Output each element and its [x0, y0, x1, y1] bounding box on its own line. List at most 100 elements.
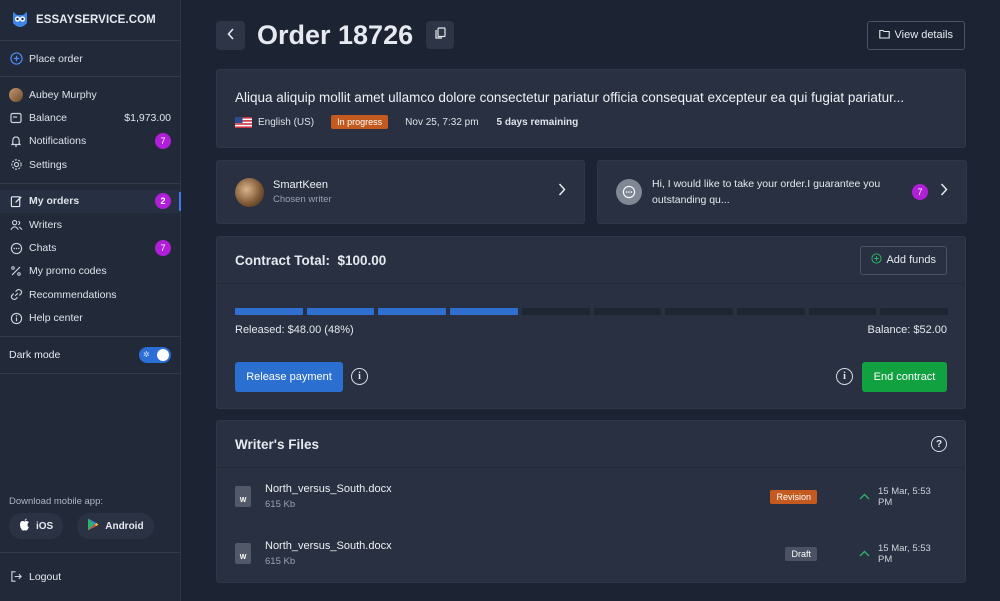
progress-segment — [235, 308, 303, 315]
chat-preview-card[interactable]: Hi, I would like to take your order.I gu… — [597, 160, 967, 224]
chat-bubble-icon — [616, 179, 642, 205]
app: ESSAYSERVICE.COM Place order Aubey Murph… — [0, 0, 1000, 601]
sidebar-item-recommendations[interactable]: Recommendations — [0, 283, 180, 306]
progress-segment — [880, 308, 949, 315]
download-app-section: Download mobile app: iOS Android — [0, 496, 180, 539]
order-language: English (US) — [258, 116, 315, 128]
gear-icon — [9, 158, 23, 172]
user-name: Aubey Murphy — [29, 88, 97, 101]
chosen-writer-card[interactable]: SmartKeen Chosen writer — [216, 160, 585, 224]
file-name: North_versus_South.docx — [265, 483, 392, 495]
chat-bubble-icon — [9, 241, 23, 255]
chats-badge: 7 — [155, 240, 171, 257]
file-row[interactable]: W North_versus_South.docx 615 Kb Draft 1… — [217, 525, 965, 582]
wallet-icon — [9, 111, 23, 125]
chevron-right-icon — [940, 183, 948, 201]
progress-segment — [306, 308, 375, 315]
link-icon — [9, 288, 23, 302]
view-details-label: View details — [894, 29, 954, 41]
contract-card: Contract Total: $100.00 Add funds Releas… — [216, 236, 966, 409]
recommendations-label: Recommendations — [29, 288, 117, 301]
order-description: Aliqua aliquip mollit amet ullamco dolor… — [235, 90, 905, 105]
main-content: Order 18726 View details Aliqua aliquip … — [181, 0, 1000, 601]
sidebar-item-notifications[interactable]: Notifications 7 — [0, 130, 180, 153]
writer-subtitle: Chosen writer — [273, 194, 332, 205]
file-size: 615 Kb — [265, 556, 296, 567]
balance-value: $1,973.00 — [124, 112, 171, 125]
file-row[interactable]: W North_versus_South.docx 615 Kb Revisio… — [217, 468, 965, 525]
bell-icon — [9, 134, 23, 148]
upload-arrow-icon — [859, 491, 870, 503]
chat-message: Hi, I would like to take your order.I gu… — [652, 178, 881, 206]
owl-logo-icon — [10, 9, 30, 31]
logout-label: Logout — [29, 570, 62, 583]
apple-icon — [19, 518, 30, 534]
progress-segment — [593, 308, 662, 315]
sidebar-item-settings[interactable]: Settings — [0, 153, 180, 176]
user-profile[interactable]: Aubey Murphy — [0, 83, 180, 106]
sidebar-item-my-orders[interactable]: My orders 2 — [0, 189, 181, 213]
sidebar-item-help-center[interactable]: Help center — [0, 307, 180, 330]
order-meta: English (US) In progress Nov 25, 7:32 pm… — [235, 115, 947, 129]
progress-segment — [521, 308, 590, 315]
contract-title: Contract Total: $100.00 — [235, 252, 387, 268]
help-center-label: Help center — [29, 312, 83, 325]
file-date-text: 15 Mar, 5:53 PM — [878, 542, 931, 565]
info-icon[interactable]: i — [351, 368, 368, 385]
upload-arrow-icon — [859, 548, 870, 560]
file-date-text: 15 Mar, 5:53 PM — [878, 485, 931, 508]
info-icon[interactable]: i — [836, 368, 853, 385]
users-icon — [9, 218, 23, 232]
file-info: North_versus_South.docx 615 Kb — [265, 540, 392, 567]
sidebar: ESSAYSERVICE.COM Place order Aubey Murph… — [0, 0, 181, 601]
dark-mode-label: Dark mode — [9, 348, 61, 361]
progress-segment — [665, 308, 733, 315]
progress-segment — [736, 308, 805, 315]
sidebar-item-chats[interactable]: Chats 7 — [0, 236, 180, 259]
file-date: 15 Mar, 5:53 PM — [859, 486, 947, 508]
writer-avatar — [235, 177, 264, 207]
add-funds-button[interactable]: Add funds — [860, 245, 947, 275]
help-question-icon[interactable]: ? — [931, 436, 947, 452]
chevron-left-icon — [226, 27, 235, 43]
logout-icon — [9, 570, 23, 584]
my-orders-label: My orders — [29, 195, 80, 208]
writers-files-card: Writer's Files ? W North_versus_South.do… — [216, 420, 966, 583]
file-status-badge: Revision — [770, 489, 817, 504]
sidebar-item-writers[interactable]: Writers — [0, 213, 180, 236]
order-date: Nov 25, 7:32 pm — [405, 116, 479, 128]
orders-badge: 2 — [155, 193, 171, 210]
plus-circle-icon — [9, 52, 23, 66]
ios-label: iOS — [36, 520, 54, 532]
sidebar-item-balance[interactable]: Balance $1,973.00 — [0, 106, 180, 129]
sidebar-item-promo-codes[interactable]: My promo codes — [0, 260, 180, 283]
released-amount: Released: $48.00 (48%) — [235, 324, 354, 336]
edit-document-icon — [9, 194, 23, 208]
plus-circle-icon — [871, 253, 883, 267]
android-button[interactable]: Android — [77, 513, 154, 539]
folder-icon — [878, 29, 890, 42]
back-button[interactable] — [216, 20, 245, 50]
notifications-badge: 7 — [155, 133, 171, 150]
dark-mode-toggle[interactable]: ✲ — [139, 346, 171, 363]
page-header: Order 18726 View details — [216, 19, 965, 51]
logout-link[interactable]: Logout — [0, 552, 180, 600]
promo-codes-label: My promo codes — [29, 265, 107, 278]
copy-button[interactable] — [426, 21, 455, 49]
contract-header: Contract Total: $100.00 Add funds — [217, 237, 965, 284]
download-label: Download mobile app: — [9, 496, 104, 507]
doc-file-icon: W — [235, 543, 251, 564]
copy-icon — [435, 26, 446, 44]
place-order-link[interactable]: Place order — [0, 41, 180, 76]
balance-label: Balance — [29, 112, 67, 125]
chevron-right-icon — [558, 183, 566, 201]
release-payment-button[interactable]: Release payment — [235, 362, 343, 392]
ios-button[interactable]: iOS — [9, 513, 64, 539]
gear-icon: ✲ — [143, 349, 150, 359]
toggle-knob — [157, 348, 169, 361]
view-details-button[interactable]: View details — [866, 20, 965, 50]
dark-mode-row: Dark mode ✲ — [0, 337, 180, 373]
end-contract-button[interactable]: End contract — [862, 362, 947, 392]
android-label: Android — [105, 520, 144, 532]
brand-logo[interactable]: ESSAYSERVICE.COM — [0, 0, 180, 40]
